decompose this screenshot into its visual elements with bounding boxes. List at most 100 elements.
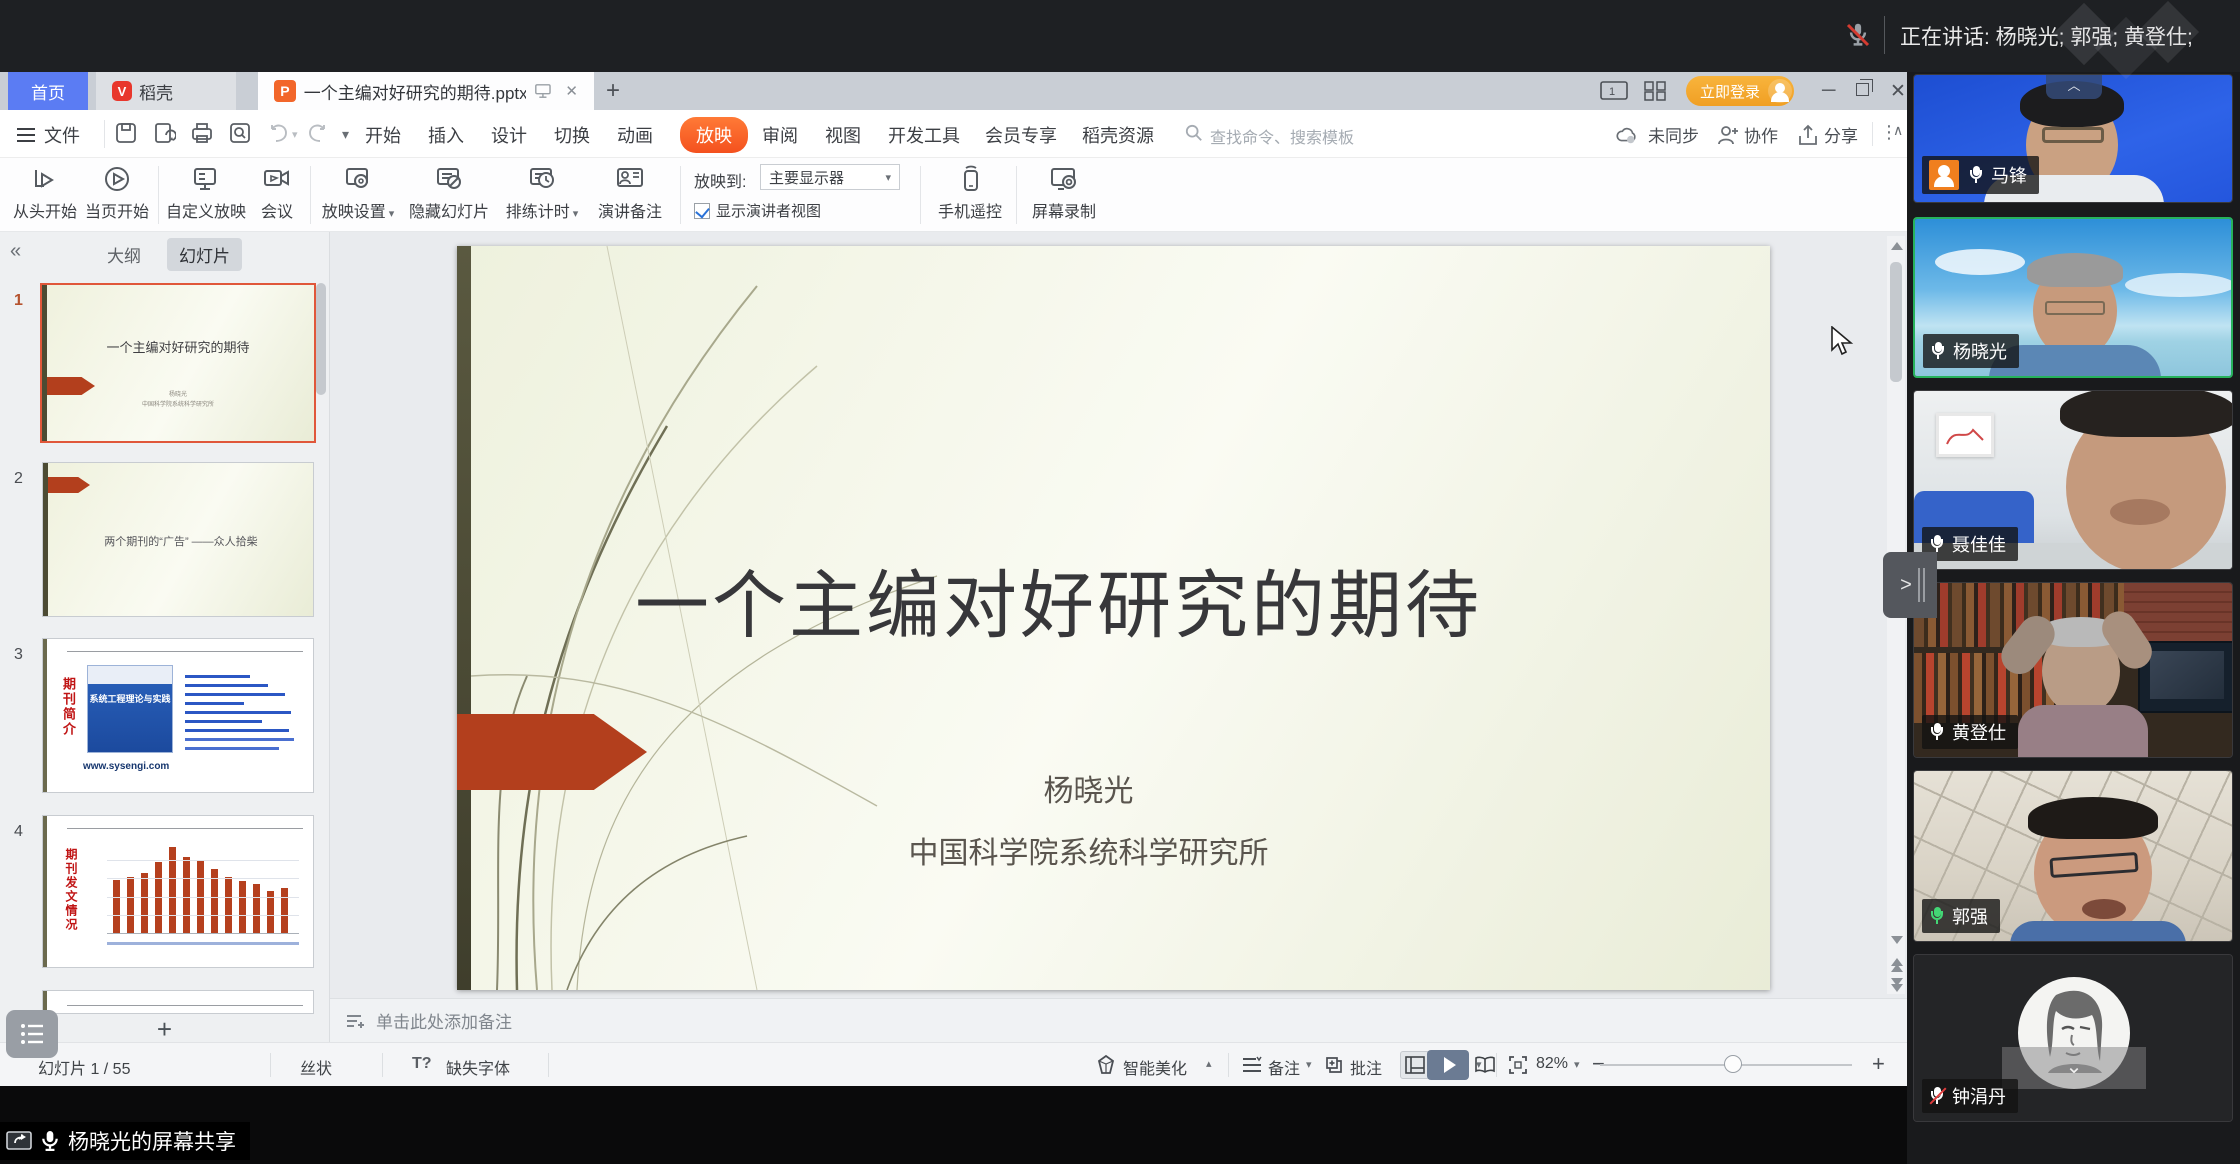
notes-toggle[interactable]: 备注 — [1268, 1055, 1300, 1079]
chevron-down-icon[interactable]: ▾ — [1476, 1058, 1482, 1071]
slide-thumbnail-2[interactable]: 两个期刊的“广告” ——众人拾柴 — [42, 462, 314, 617]
status-bar: 幻灯片 1 / 55 丝状 T? 缺失字体 智能美化 ▴ 备注 ▾ 批注 — [0, 1042, 1907, 1086]
slide-thumbnail-5[interactable] — [42, 990, 314, 1014]
slide-author[interactable]: 杨晓光 — [432, 766, 1745, 810]
custom-slideshow-button[interactable]: 自定义放映 — [165, 164, 247, 222]
quick-list-button[interactable] — [6, 1010, 58, 1058]
chevron-down-icon: ▾ — [1574, 1058, 1580, 1071]
slide-affiliation[interactable]: 中国科学院系统科学研究所 — [432, 828, 1745, 872]
slideshow-settings-button[interactable]: 放映设置 ▾ — [318, 164, 398, 222]
collapse-panel-icon[interactable]: « — [10, 240, 21, 263]
mini-chart-bar — [225, 877, 232, 933]
cloud-sync-icon[interactable] — [1615, 123, 1639, 147]
print-icon[interactable] — [190, 121, 214, 145]
notes-bar[interactable]: 单击此处添加备注 — [330, 998, 1907, 1042]
save-icon[interactable] — [114, 121, 138, 145]
slide-thumbnail-1[interactable]: 一个主编对好研究的期待 杨晓光 中国科学院系统科学研究所 — [40, 283, 316, 443]
tab-slides[interactable]: 幻灯片 — [167, 238, 242, 271]
single-window-icon[interactable]: 1 — [1600, 81, 1630, 101]
play-from-start-button[interactable]: 从头开始 — [12, 164, 78, 222]
file-menu[interactable]: 文件 — [16, 122, 80, 148]
docer-logo-icon: V — [112, 81, 132, 101]
participant-tile[interactable]: 黄登仕 — [1913, 582, 2233, 758]
slideshow-play-button[interactable] — [1427, 1050, 1469, 1080]
scroll-more-participants-button[interactable]: ⌄ — [2002, 1047, 2146, 1089]
login-button[interactable]: 立即登录 — [1686, 76, 1794, 106]
sync-status[interactable]: 未同步 — [1648, 122, 1699, 147]
mini-chart-bar — [183, 857, 190, 933]
hair — [2028, 797, 2158, 839]
chevron-right-icon: > — [1900, 574, 1912, 597]
participant-tile[interactable]: 聂佳佳 — [1913, 390, 2233, 570]
phone-remote-button[interactable]: 手机遥控 — [932, 164, 1008, 222]
scroll-down-icon[interactable] — [1891, 936, 1903, 944]
panel-collapse-handle[interactable]: > — [1883, 552, 1937, 618]
mini-chart-bar — [141, 873, 148, 933]
export-icon[interactable] — [152, 121, 176, 145]
new-tab-button[interactable]: + — [606, 77, 620, 105]
participant-tile[interactable]: ︿ 马锋 — [1913, 74, 2233, 203]
menu-item-start[interactable]: 开始 — [365, 122, 401, 148]
menu-item-transition[interactable]: 切换 — [554, 122, 590, 148]
collaborate-button[interactable]: 协作 — [1744, 122, 1778, 147]
presenter-view-checkbox[interactable]: 显示演讲者视图 — [694, 200, 821, 221]
minimize-icon[interactable]: ─ — [1822, 80, 1835, 102]
participant-tile[interactable]: ⌄ 钟涓丹 — [1913, 954, 2233, 1122]
fit-screen-icon[interactable] — [1508, 1055, 1528, 1075]
slide-thumbnail-3[interactable]: 期刊简介 系统工程理论与实践 www.sysengi.com — [42, 638, 314, 793]
scroll-up-icon[interactable] — [1891, 242, 1903, 250]
grid-windows-icon[interactable] — [1644, 81, 1666, 101]
menu-item-slideshow-active[interactable]: 放映 — [680, 117, 748, 153]
redo-icon[interactable] — [306, 121, 330, 145]
missing-font-label[interactable]: 缺失字体 — [446, 1055, 510, 1079]
display-select[interactable]: 主要显示器▾ — [760, 164, 900, 190]
meeting-top-bar: 正在讲话: 杨晓光; 郭强; 黄登仕; — [0, 0, 2240, 72]
menu-item-design[interactable]: 设计 — [491, 122, 527, 148]
screen-record-button[interactable]: 屏幕录制 — [1026, 164, 1102, 222]
tab-home[interactable]: 首页 — [8, 72, 88, 110]
zoom-slider-knob[interactable] — [1724, 1055, 1742, 1073]
undo-icon[interactable] — [266, 121, 290, 145]
tab-document[interactable]: P 一个主编对好研究的期待.pptx ✕ — [258, 72, 594, 110]
menu-item-review[interactable]: 审阅 — [762, 122, 798, 148]
meeting-button[interactable]: 会议 — [252, 164, 302, 222]
menu-item-insert[interactable]: 插入 — [428, 122, 464, 148]
view-normal-button[interactable] — [1400, 1051, 1430, 1079]
menu-item-docer-resources[interactable]: 稻壳资源 — [1082, 122, 1154, 148]
participant-tile[interactable]: 郭强 — [1913, 770, 2233, 942]
theme-name[interactable]: 丝状 — [300, 1055, 332, 1079]
slide-number: 4 — [14, 823, 23, 841]
tab-docer[interactable]: V 稻壳 — [96, 72, 236, 110]
rehearse-timing-button[interactable]: 排练计时 ▾ — [500, 164, 584, 222]
sidebar-scrollbar[interactable] — [316, 283, 326, 395]
speaker-notes-button[interactable]: 演讲备注 — [590, 164, 670, 222]
participant-tile-active-speaker[interactable]: 杨晓光 — [1913, 217, 2233, 378]
zoom-level[interactable]: 82% — [1536, 1055, 1568, 1073]
quickbar-more-icon[interactable]: ▾ — [342, 126, 349, 143]
slide-thumbnail-4[interactable]: 期刊发文情况 — [42, 815, 314, 968]
picture-frame — [1936, 413, 1994, 457]
collapse-ribbon-icon[interactable]: ∧ — [1893, 122, 1903, 139]
print-preview-icon[interactable] — [228, 121, 252, 145]
close-tab-icon[interactable]: ✕ — [565, 82, 578, 100]
beautify-button[interactable]: 智能美化 — [1123, 1055, 1187, 1079]
slide-title[interactable]: 一个主编对好研究的期待 — [402, 546, 1715, 653]
comments-button[interactable]: 批注 — [1350, 1055, 1382, 1079]
search-input[interactable]: 查找命令、搜索模板 — [1210, 124, 1354, 148]
mouth — [2110, 499, 2170, 525]
hide-slide-button[interactable]: 隐藏幻灯片 — [404, 164, 494, 222]
menu-item-view[interactable]: 视图 — [825, 122, 861, 148]
menu-item-animation[interactable]: 动画 — [617, 122, 653, 148]
menu-item-devtools[interactable]: 开发工具 — [888, 122, 960, 148]
share-button[interactable]: 分享 — [1824, 122, 1858, 147]
close-window-icon[interactable]: ✕ — [1890, 80, 1906, 103]
present-icon[interactable] — [534, 83, 552, 99]
undo-dropdown-icon[interactable]: ▾ — [292, 128, 298, 141]
glasses — [2042, 127, 2104, 143]
play-from-current-button[interactable]: 当页开始 — [84, 164, 150, 222]
collapse-videos-button[interactable]: ︿ — [2046, 75, 2102, 99]
slide-canvas[interactable]: 一个主编对好研究的期待 杨晓光 中国科学院系统科学研究所 — [457, 246, 1770, 990]
zoom-in-button[interactable]: + — [1872, 1051, 1885, 1077]
menu-item-membership[interactable]: 会员专享 — [985, 122, 1057, 148]
tab-outline[interactable]: 大纲 — [95, 238, 153, 271]
